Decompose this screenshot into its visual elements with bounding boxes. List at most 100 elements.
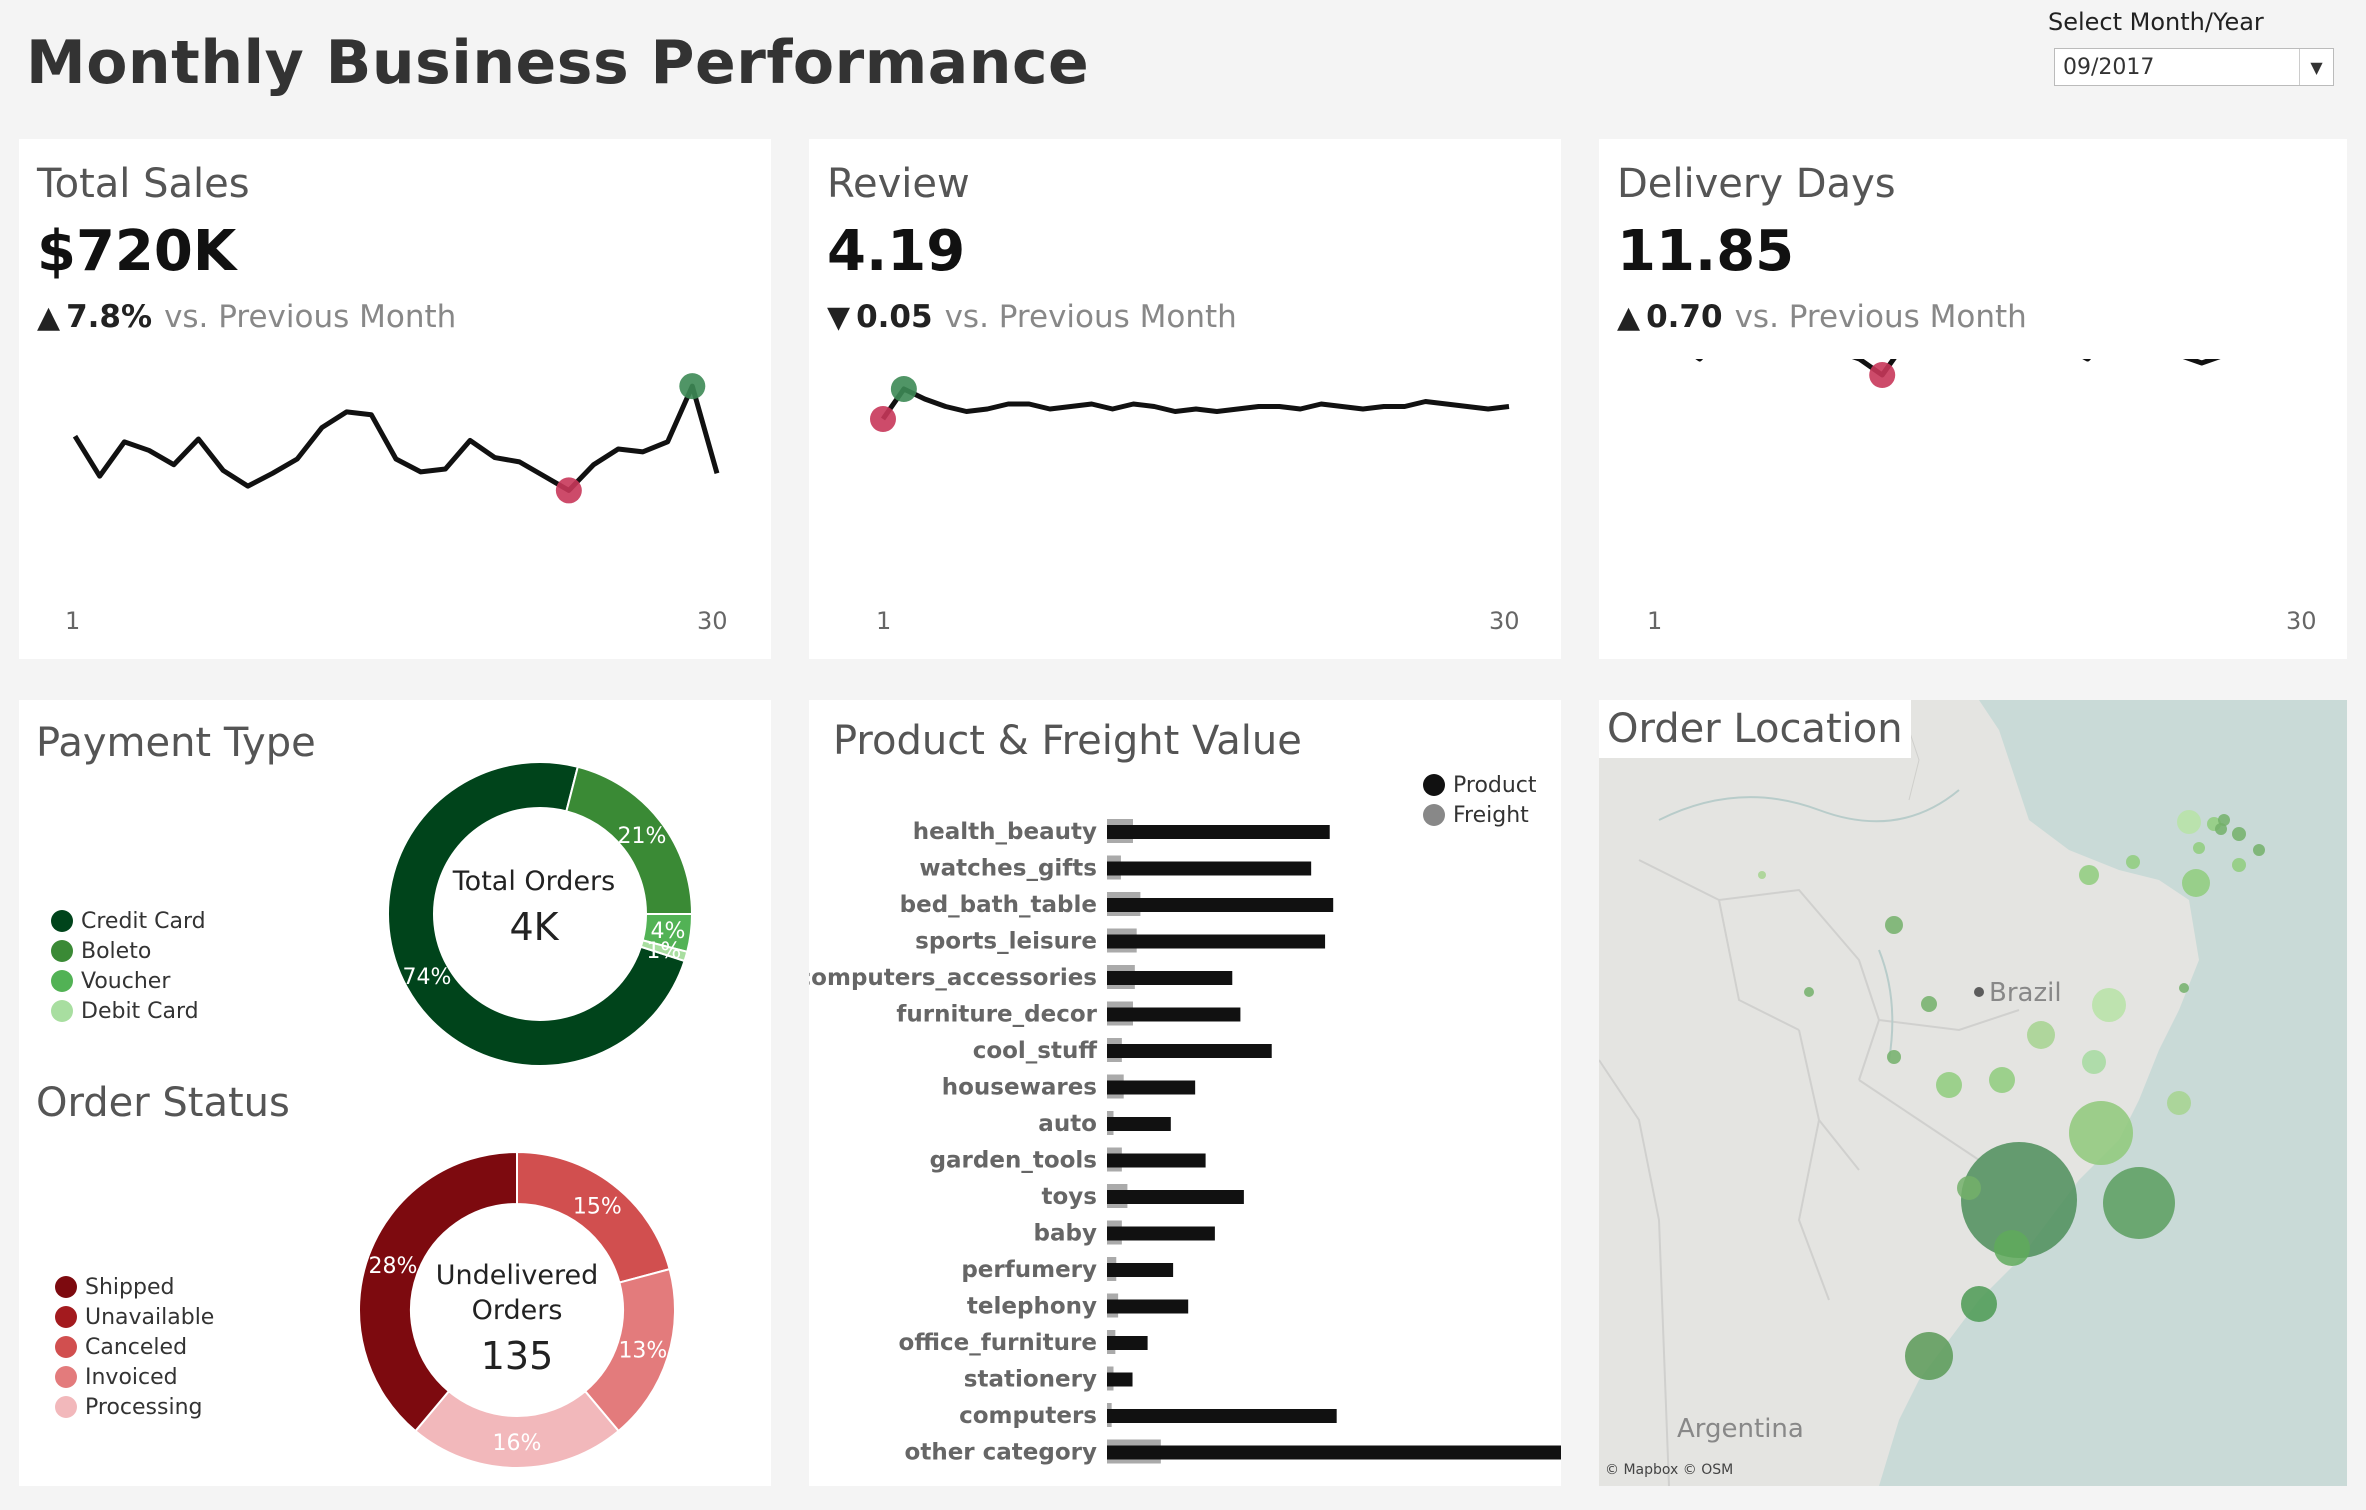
order-location-card: Brazil Argentina © Mapbox © OSM Order Lo… xyxy=(1599,700,2347,1486)
legend-label: Unavailable xyxy=(85,1304,215,1330)
bar-product xyxy=(1107,934,1326,949)
bar-product xyxy=(1107,1299,1189,1314)
month-year-select[interactable]: 09/2017 ▼ xyxy=(2054,48,2334,86)
legend-label: Debit Card xyxy=(81,998,199,1024)
legend-item: Voucher xyxy=(51,966,206,996)
map-location-bubble[interactable] xyxy=(1921,996,1937,1012)
sparkline-review[interactable] xyxy=(809,359,1561,599)
map-location-bubble[interactable] xyxy=(1989,1067,2015,1093)
map-location-bubble[interactable] xyxy=(2069,1101,2133,1165)
legend-label: Credit Card xyxy=(81,908,206,934)
kpi-value: 11.85 xyxy=(1617,219,1795,284)
legend-label: Canceled xyxy=(85,1334,188,1360)
bar-product xyxy=(1107,1117,1171,1131)
kpi-change: ▲ 7.8% vs. Previous Month xyxy=(37,299,456,335)
x-axis-end-label: 30 xyxy=(697,607,728,635)
bar-product xyxy=(1107,1044,1272,1058)
bar-product xyxy=(1107,1007,1241,1022)
kpi-change: ▲ 0.70 vs. Previous Month xyxy=(1617,299,2027,335)
map-location-bubble[interactable] xyxy=(2079,865,2099,885)
order-location-title: Order Location xyxy=(1599,700,1911,758)
bar-product xyxy=(1107,898,1334,912)
map-location-bubble[interactable] xyxy=(2082,1050,2106,1074)
legend-item: Processing xyxy=(55,1392,214,1422)
bar-category-label: health_beauty xyxy=(913,819,1097,845)
map-location-bubble[interactable] xyxy=(1974,987,1984,997)
donut-slice-label: 21% xyxy=(617,824,666,849)
sparkline-path xyxy=(1695,359,2221,378)
legend-item: Shipped xyxy=(55,1272,214,1302)
sparkline-sales[interactable] xyxy=(19,359,771,599)
kpi-change: ▼ 0.05 vs. Previous Month xyxy=(827,299,1237,335)
legend-dot xyxy=(51,910,73,932)
map-location-bubble[interactable] xyxy=(1957,1176,1981,1200)
bar-product xyxy=(1107,1409,1337,1423)
map-location-bubble[interactable] xyxy=(2232,827,2246,841)
triangle-down-icon: ▼ xyxy=(827,299,851,335)
bar-product xyxy=(1107,1336,1148,1350)
bar-product xyxy=(1107,1153,1206,1168)
bar-category-label: garden_tools xyxy=(930,1148,1097,1174)
map-location-bubble[interactable] xyxy=(2092,988,2126,1022)
bar-category-label: auto xyxy=(1038,1111,1097,1137)
map-location-bubble[interactable] xyxy=(2103,1167,2175,1239)
map-location-bubble[interactable] xyxy=(1994,1230,2030,1266)
kpi-card-review: Review 4.19 ▼ 0.05 vs. Previous Month 1 … xyxy=(809,139,1561,659)
legend-dot xyxy=(55,1366,77,1388)
product-freight-bar-chart[interactable]: health_beauty watches_gifts bed_bath_table… xyxy=(809,700,1561,1486)
map-location-bubble[interactable] xyxy=(1758,871,1766,879)
map-location-bubble[interactable] xyxy=(2027,1021,2055,1049)
bar-category-label: toys xyxy=(1042,1184,1097,1210)
map-location-bubble[interactable] xyxy=(1804,987,1814,997)
map-location-bubble[interactable] xyxy=(1885,916,1903,934)
map-location-bubble[interactable] xyxy=(2167,1091,2191,1115)
map-location-bubble[interactable] xyxy=(2182,869,2210,897)
legend-label: Boleto xyxy=(81,938,152,964)
sparkline-path xyxy=(72,383,720,493)
map-location-bubble[interactable] xyxy=(2126,855,2140,869)
sparkline-delivery[interactable] xyxy=(1599,359,2347,599)
map-location-bubble[interactable] xyxy=(2218,814,2230,826)
triangle-up-icon: ▲ xyxy=(1617,299,1641,335)
legend-item: Unavailable xyxy=(55,1302,214,1332)
kpi-card-delivery-days: Delivery Days 11.85 ▲ 0.70 vs. Previous … xyxy=(1599,139,2347,659)
donut-slice-label: 15% xyxy=(573,1194,622,1219)
map-location-bubble[interactable] xyxy=(1887,1050,1901,1064)
map-location-bubble[interactable] xyxy=(2193,842,2205,854)
x-axis-start-label: 1 xyxy=(1647,607,1663,635)
bar-category-label: watches_gifts xyxy=(919,856,1097,882)
bar-category-label: housewares xyxy=(942,1075,1097,1101)
legend-dot xyxy=(55,1276,77,1298)
map-location-bubble[interactable] xyxy=(1905,1332,1953,1380)
x-axis-start-label: 1 xyxy=(65,607,81,635)
map-location-bubble[interactable] xyxy=(2179,983,2189,993)
kpi-change-caption: vs. Previous Month xyxy=(1734,299,2027,335)
payment-type-title: Payment Type xyxy=(36,720,316,766)
bar-category-label: perfumery xyxy=(961,1257,1097,1283)
x-axis-end-label: 30 xyxy=(1489,607,1520,635)
bar-category-label: computers xyxy=(959,1403,1097,1429)
kpi-title: Total Sales xyxy=(37,161,250,207)
legend-item: Invoiced xyxy=(55,1362,214,1392)
bar-product xyxy=(1107,1226,1215,1241)
legend-dot xyxy=(55,1396,77,1418)
sparkline-low-marker xyxy=(555,477,582,504)
bar-category-label: sports_leisure xyxy=(915,929,1097,955)
map-location-bubble[interactable] xyxy=(2232,858,2246,872)
sparkline-high-marker xyxy=(679,373,706,400)
map-location-bubble[interactable] xyxy=(1961,1286,1997,1322)
map-attribution: © Mapbox © OSM xyxy=(1605,1462,1734,1478)
chevron-down-icon[interactable]: ▼ xyxy=(2299,49,2333,85)
bar-product xyxy=(1107,971,1233,985)
legend-label: Shipped xyxy=(85,1274,175,1300)
status-center-value: 135 xyxy=(480,1334,554,1378)
donut-slice-label: 74% xyxy=(403,965,452,990)
map-location-bubble[interactable] xyxy=(2177,810,2201,834)
map-location-bubble[interactable] xyxy=(2253,844,2265,856)
map-location-bubble[interactable] xyxy=(1936,1072,1962,1098)
kpi-change-value: 0.70 xyxy=(1646,299,1723,335)
bar-product xyxy=(1107,1190,1244,1204)
order-status-title: Order Status xyxy=(36,1080,290,1126)
status-center-label-1: Undelivered xyxy=(435,1260,599,1291)
legend-item: Debit Card xyxy=(51,996,206,1026)
